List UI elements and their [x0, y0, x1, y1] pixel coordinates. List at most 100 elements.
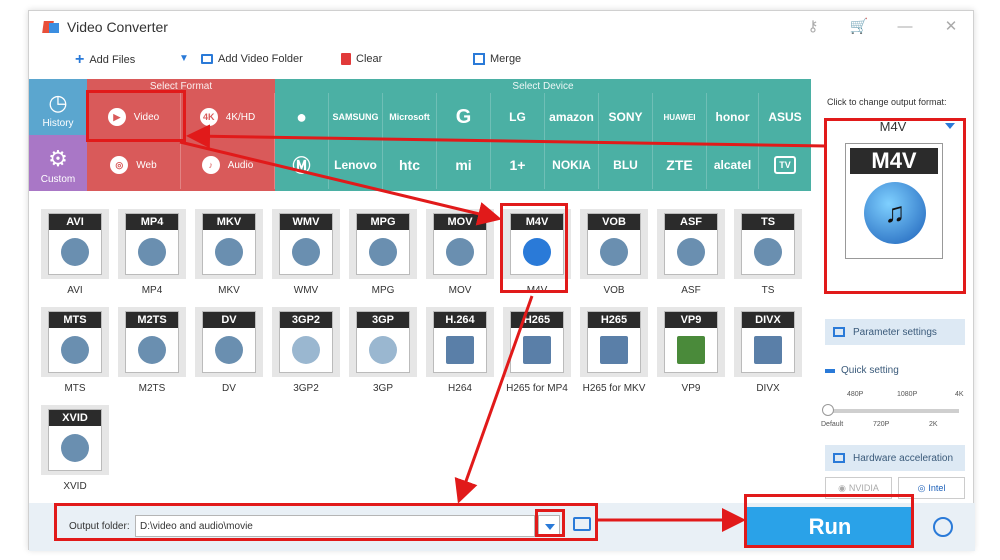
film-icon [677, 238, 705, 266]
gear-icon: ⚙ [48, 146, 68, 171]
format-3gp2[interactable]: 3GP2 3GP2 [272, 307, 340, 403]
output-folder-label: Output folder: [69, 521, 130, 532]
merge-button[interactable]: Merge [473, 53, 521, 65]
format-tab-web[interactable]: ◎ Web [87, 141, 181, 189]
format-wmv[interactable]: WMV WMV [272, 209, 340, 305]
tick-1080p: 1080P [897, 391, 918, 398]
format-tab-audio[interactable]: ♪ Audio [181, 141, 275, 189]
quicktime-icon [446, 238, 474, 266]
output-folder-input[interactable] [135, 515, 535, 537]
add-video-folder-button[interactable]: Add Video Folder [201, 53, 303, 65]
minimize-icon[interactable]: — [895, 17, 915, 37]
device-lg[interactable]: LG [491, 93, 545, 141]
format-h264[interactable]: H.264 H264 [426, 307, 494, 403]
quick-setting-icon [825, 368, 835, 373]
open-folder-icon[interactable] [573, 517, 591, 531]
output-folder-dropdown[interactable] [538, 515, 560, 537]
format-dv[interactable]: DV DV [195, 307, 263, 403]
camcorder-icon [138, 336, 166, 364]
music-note-icon [523, 238, 551, 266]
intel-option[interactable]: ◎ Intel [898, 477, 965, 499]
output-format-preview[interactable]: M4V ♫ [845, 143, 943, 259]
device-tv[interactable]: TV [759, 141, 811, 189]
app-title: Video Converter [67, 19, 168, 35]
device-microsoft[interactable]: Microsoft [383, 93, 437, 141]
device-asus[interactable]: ASUS [759, 93, 811, 141]
device-lenovo[interactable]: Lenovo [329, 141, 383, 189]
sliders-icon [833, 327, 845, 337]
tick-2k: 2K [929, 421, 938, 428]
apple-icon: ● [296, 106, 307, 127]
key-icon[interactable]: ⚷ [803, 17, 823, 37]
custom-button[interactable]: ⚙ Custom [29, 135, 87, 191]
format-vp9[interactable]: VP9 VP9 [657, 307, 725, 403]
format-avi[interactable]: AVI AVI [41, 209, 109, 305]
device-motorola[interactable]: Ⓜ [275, 141, 329, 189]
format-h265-mp4[interactable]: H265 H265 for MP4 [503, 307, 571, 403]
format-grid: AVI AVI MP4 MP4 MKV MKV WMV WMV MPG MPG MOV MO… [37, 201, 807, 501]
vp9-icon [677, 336, 705, 364]
run-button[interactable]: Run [747, 507, 913, 547]
toolbar: + Add Files ▼ Add Video Folder Clear Mer… [29, 43, 975, 79]
output-format-select[interactable]: M4V [827, 117, 959, 137]
device-sony[interactable]: SONY [599, 93, 653, 141]
device-huawei[interactable]: HUAWEI [653, 93, 707, 141]
format-vob[interactable]: VOB VOB [580, 209, 648, 305]
motorola-icon: Ⓜ [292, 156, 311, 176]
format-mov[interactable]: MOV MOV [426, 209, 494, 305]
plus-icon: + [75, 51, 85, 68]
history-button[interactable]: ◷ History [29, 79, 87, 135]
film-icon [292, 238, 320, 266]
tick-720p: 720P [873, 421, 890, 428]
slider-handle[interactable] [822, 404, 834, 416]
add-files-button[interactable]: + Add Files [75, 51, 135, 68]
device-google[interactable]: G [437, 93, 491, 141]
format-tab-4k-hd[interactable]: 4K 4K/HD [181, 93, 275, 141]
format-xvid[interactable]: XVID XVID [41, 405, 109, 501]
disc-icon [600, 238, 628, 266]
format-divx[interactable]: DIVX DIVX [734, 307, 802, 403]
device-nokia[interactable]: NOKIA [545, 141, 599, 189]
4k-icon: 4K [199, 108, 218, 126]
title-bar: Video Converter ⚷ 🛒 — ✕ [29, 11, 975, 43]
device-htc[interactable]: htc [383, 141, 437, 189]
device-oneplus[interactable]: 1+ [491, 141, 545, 189]
hevc-icon [523, 336, 551, 364]
select-device-bar: Select Device ● SAMSUNG Microsoft G LG a… [275, 79, 811, 191]
play-icon: ▶ [107, 108, 126, 126]
film-icon [369, 238, 397, 266]
quality-slider[interactable] [822, 404, 959, 416]
device-xiaomi[interactable]: mi [437, 141, 491, 189]
select-format-bar: Select Format ▶ Video 4K 4K/HD ◎ Web ♪ A… [87, 79, 275, 191]
device-blu[interactable]: BLU [599, 141, 653, 189]
merge-icon [473, 53, 485, 65]
format-mkv[interactable]: MKV MKV [195, 209, 263, 305]
format-m2ts[interactable]: M2TS M2TS [118, 307, 186, 403]
device-apple[interactable]: ● [275, 93, 329, 141]
format-mpg[interactable]: MPG MPG [349, 209, 417, 305]
parameter-settings-button[interactable]: Parameter settings [825, 319, 965, 345]
device-zte[interactable]: ZTE [653, 141, 707, 189]
close-icon[interactable]: ✕ [941, 17, 961, 37]
clear-button[interactable]: Clear [341, 53, 382, 65]
add-files-dropdown[interactable]: ▼ [179, 53, 189, 64]
format-asf[interactable]: ASF ASF [657, 209, 725, 305]
format-ts[interactable]: TS TS [734, 209, 802, 305]
device-amazon[interactable]: amazon [545, 93, 599, 141]
format-3gp[interactable]: 3GP 3GP [349, 307, 417, 403]
device-samsung[interactable]: SAMSUNG [329, 93, 383, 141]
film-icon [754, 238, 782, 266]
format-m4v[interactable]: M4V M4V [503, 209, 571, 305]
tick-default: Default [821, 421, 844, 428]
cart-icon[interactable]: 🛒 [849, 17, 869, 37]
format-mts[interactable]: MTS MTS [41, 307, 109, 403]
nvidia-option[interactable]: ◉ NVIDIA [825, 477, 892, 499]
alarm-clock-icon[interactable] [933, 517, 953, 537]
format-mp4[interactable]: MP4 MP4 [118, 209, 186, 305]
device-honor[interactable]: honor [707, 93, 759, 141]
format-tab-video[interactable]: ▶ Video [87, 93, 181, 141]
hardware-acceleration-button[interactable]: Hardware acceleration [825, 445, 965, 471]
device-alcatel[interactable]: alcatel [707, 141, 759, 189]
format-h265-mkv[interactable]: H265 H265 for MKV [580, 307, 648, 403]
phone-icon [292, 336, 320, 364]
